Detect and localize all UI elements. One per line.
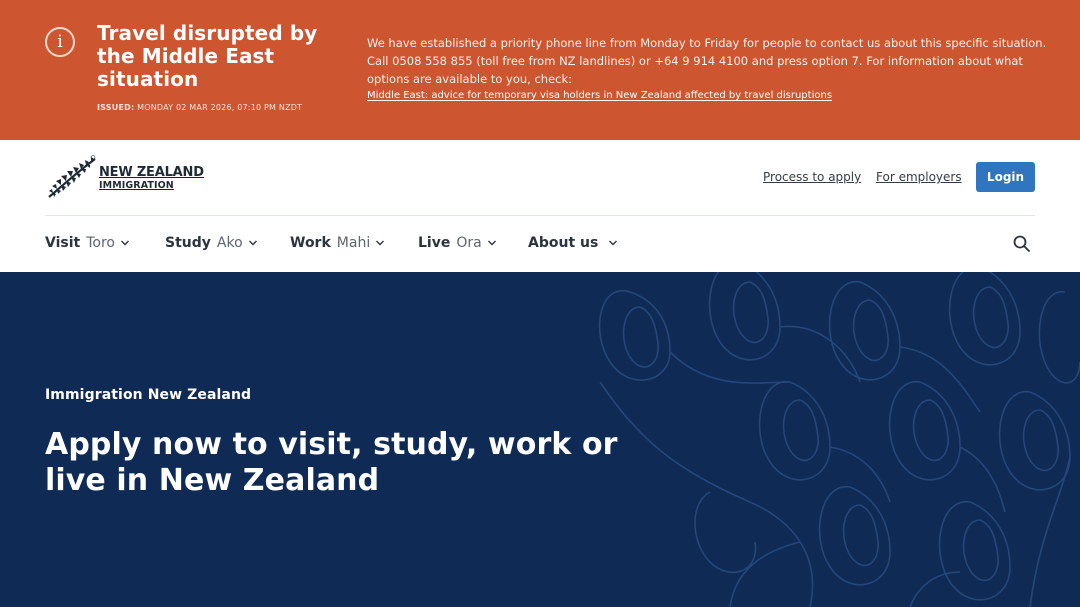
nav-item-study[interactable]: Study Ako	[165, 235, 258, 251]
for-employers-link[interactable]: For employers	[876, 170, 962, 184]
nav-item-visit[interactable]: Visit Toro	[45, 235, 130, 251]
nz-immigration-logo[interactable]: NEW ZEALAND IMMIGRATION	[45, 154, 204, 202]
chevron-down-icon	[376, 240, 385, 246]
nav-item-work[interactable]: Work Mahi	[290, 235, 385, 251]
nav-item-label: Visit	[45, 235, 81, 251]
nav-item-label: Study	[165, 235, 211, 251]
nav-item-live[interactable]: Live Ora	[418, 235, 497, 251]
alert-issued-date: ISSUED: MONDAY 02 MAR 2026, 07:10 PM NZD…	[97, 103, 302, 112]
process-to-apply-link[interactable]: Process to apply	[763, 170, 861, 184]
alert-banner: i Travel disrupted by the Middle East si…	[0, 0, 1080, 140]
alert-title: Travel disrupted by the Middle East situ…	[97, 21, 318, 91]
nav-item-maori-label: Ora	[456, 235, 482, 251]
chevron-down-icon	[120, 240, 129, 246]
info-icon: i	[45, 27, 75, 57]
chevron-down-icon	[609, 240, 618, 246]
nav-item-label: Work	[290, 235, 331, 251]
hero-section: Immigration New Zealand Apply now to vis…	[0, 272, 1080, 607]
chevron-down-icon	[248, 240, 257, 246]
hero-title: Apply now to visit, study, work or live …	[45, 427, 618, 498]
nav-item-label: About us	[528, 235, 599, 251]
alert-body-text: We have established a priority phone lin…	[367, 36, 1047, 86]
hero-eyebrow: Immigration New Zealand	[45, 387, 252, 403]
nav-item-about-us[interactable]: About us	[528, 235, 618, 251]
middle-east-advice-link[interactable]: Middle East: advice for temporary visa h…	[367, 90, 832, 101]
login-button[interactable]: Login	[976, 162, 1035, 192]
alert-issued-label: ISSUED:	[97, 103, 135, 112]
nav-item-label: Live	[418, 235, 451, 251]
nav-item-maori-label: Toro	[86, 235, 115, 251]
alert-issued-value: MONDAY 02 MAR 2026, 07:10 PM NZDT	[137, 103, 303, 112]
search-icon[interactable]	[1012, 234, 1032, 254]
nav-item-maori-label: Ako	[216, 235, 243, 251]
nav-item-maori-label: Mahi	[336, 235, 371, 251]
logo-line-1: NEW ZEALAND	[99, 164, 204, 180]
primary-nav: Visit Toro Study Ako Work Mahi Live Ora …	[0, 216, 1080, 272]
chevron-down-icon	[487, 240, 496, 246]
logo-line-2: IMMIGRATION	[99, 179, 174, 191]
silver-fern-icon	[48, 155, 96, 198]
